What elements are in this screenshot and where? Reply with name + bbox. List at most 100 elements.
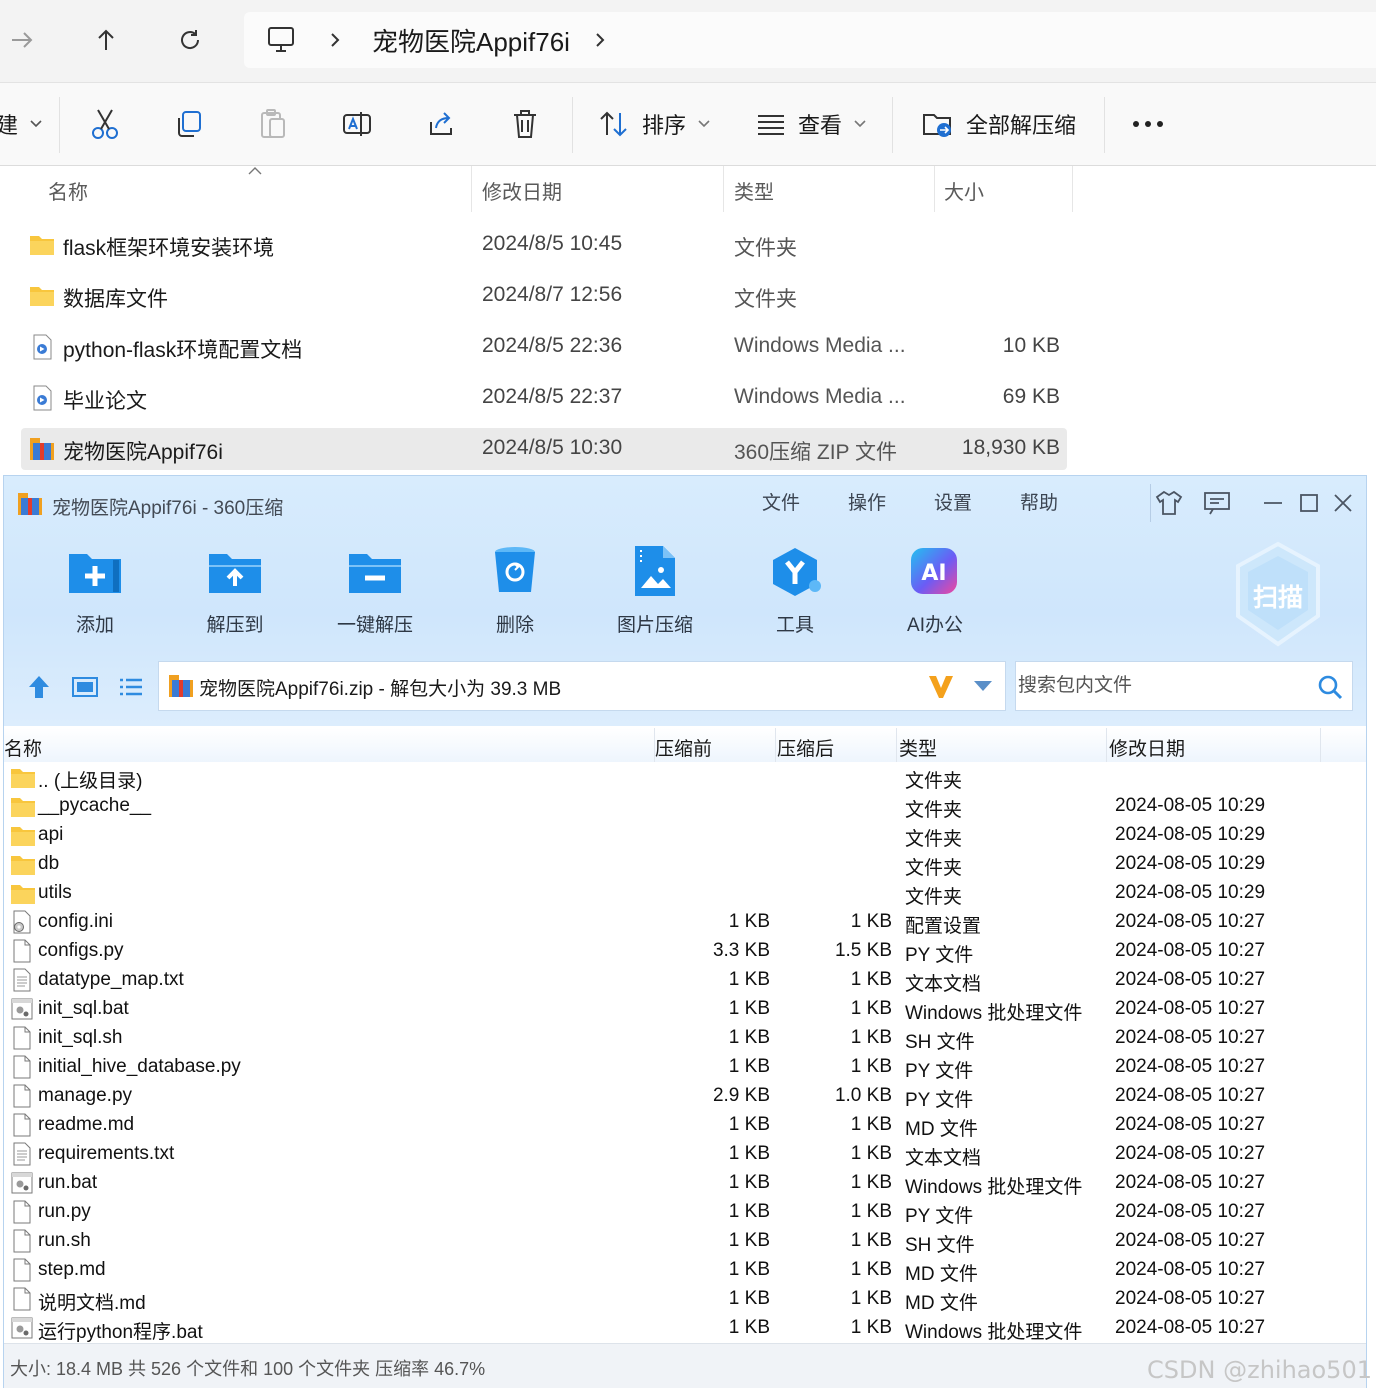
- delete-tool-button[interactable]: 删除: [460, 546, 570, 646]
- delete-button[interactable]: [510, 105, 540, 143]
- new-button[interactable]: 建: [0, 105, 42, 143]
- ai-office-tool-button[interactable]: AI AI办公: [880, 546, 990, 646]
- list-view-button[interactable]: [116, 672, 146, 702]
- column-divider[interactable]: [1106, 728, 1107, 762]
- extract-all-button[interactable]: 全部解压缩: [922, 105, 1076, 143]
- close-button[interactable]: [1326, 486, 1360, 520]
- archive-file-name: requirements.txt: [38, 1143, 175, 1164]
- up-folder-button[interactable]: [24, 672, 54, 702]
- archive-row[interactable]: configs.py 3.3 KB 1.5 KB PY 文件 2024-08-05 10…: [4, 937, 1366, 966]
- explorer-row[interactable]: 宠物医院Appif76i 2024/8/5 10:30 360压缩 ZIP 文件 18…: [21, 428, 1067, 470]
- one-click-extract-tool-button[interactable]: 一键解压: [320, 546, 430, 646]
- archive-row[interactable]: api 文件夹 2024-08-05 10:29: [4, 821, 1366, 850]
- menu-operate[interactable]: 操作: [848, 488, 886, 515]
- menu-settings[interactable]: 设置: [934, 488, 972, 515]
- add-label: 添加: [75, 615, 114, 636]
- archive-row[interactable]: run.bat 1 KB 1 KB Windows 批处理文件 2024-08-05 1…: [4, 1169, 1366, 1198]
- breadcrumb-current[interactable]: 宠物医院Appif76i: [372, 22, 570, 59]
- image-compress-tool-button[interactable]: 图片压缩: [600, 546, 710, 646]
- paste-button[interactable]: [258, 105, 288, 143]
- archive-row[interactable]: run.sh 1 KB 1 KB SH 文件 2024-08-05 10:27: [4, 1227, 1366, 1256]
- window-title: 宠物医院Appif76i - 360压缩: [52, 498, 284, 519]
- archive-row[interactable]: init_sql.sh 1 KB 1 KB SH 文件 2024-08-05 10:27: [4, 1024, 1366, 1053]
- column-divider[interactable]: [471, 166, 472, 212]
- column-divider[interactable]: [1072, 166, 1073, 212]
- archive-row[interactable]: __pycache__ 文件夹 2024-08-05 10:29: [4, 792, 1366, 821]
- thumbnail-view-button[interactable]: [70, 672, 100, 702]
- column-divider[interactable]: [1320, 728, 1321, 762]
- archive-path-box[interactable]: 宠物医院Appif76i.zip - 解包大小为 39.3 MB: [158, 661, 1006, 711]
- dropdown-arrow-icon[interactable]: [973, 680, 993, 692]
- menu-help[interactable]: 帮助: [1020, 488, 1058, 515]
- archive-column-date[interactable]: 修改日期: [1109, 734, 1185, 761]
- share-button[interactable]: [426, 105, 456, 143]
- explorer-row[interactable]: 毕业论文 2024/8/5 22:37 Windows Media ... 69 KB: [21, 377, 1067, 419]
- scan-button[interactable]: 扫描: [1230, 540, 1326, 650]
- archive-file-name: __pycache__: [38, 795, 152, 816]
- archive-row[interactable]: run.py 1 KB 1 KB PY 文件 2024-08-05 10:27: [4, 1198, 1366, 1227]
- explorer-row[interactable]: flask框架环境安装环境 2024/8/5 10:45 文件夹: [21, 224, 1067, 266]
- address-box[interactable]: 宠物医院Appif76i: [244, 12, 1376, 68]
- archive-row[interactable]: datatype_map.txt 1 KB 1 KB 文本文档 2024-08-05 1…: [4, 966, 1366, 995]
- cut-button[interactable]: [90, 105, 120, 143]
- file-icon: [10, 1026, 34, 1050]
- minimize-button[interactable]: [1256, 486, 1290, 520]
- menu-file[interactable]: 文件: [762, 488, 800, 515]
- archive-file-size-after: 1 KB: [850, 1201, 892, 1222]
- ai-icon: AI: [911, 548, 957, 594]
- explorer-row[interactable]: 数据库文件 2024/8/7 12:56 文件夹: [21, 275, 1067, 317]
- column-type[interactable]: 类型: [734, 176, 774, 205]
- archive-row[interactable]: readme.md 1 KB 1 KB MD 文件 2024-08-05 10:27: [4, 1111, 1366, 1140]
- archive-file-size-after: 1 KB: [850, 1317, 892, 1338]
- refresh-button[interactable]: [172, 22, 208, 58]
- archive-file-date: 2024-08-05 10:27: [1115, 1143, 1266, 1164]
- archive-row[interactable]: utils 文件夹 2024-08-05 10:29: [4, 879, 1366, 908]
- more-options-button[interactable]: [1132, 105, 1164, 143]
- view-button[interactable]: 查看: [756, 105, 866, 143]
- archive-file-size-before: 1 KB: [728, 1056, 770, 1077]
- archive-row[interactable]: step.md 1 KB 1 KB MD 文件 2024-08-05 10:27: [4, 1256, 1366, 1285]
- archive-row[interactable]: .. (上级目录) 文件夹: [4, 763, 1366, 792]
- archive-row[interactable]: 运行python程序.bat 1 KB 1 KB Windows 批处理文件 2024-…: [4, 1314, 1366, 1343]
- search-box[interactable]: [1015, 661, 1353, 711]
- feedback-button[interactable]: [1200, 486, 1234, 520]
- column-divider[interactable]: [934, 166, 935, 212]
- column-size[interactable]: 大小: [944, 176, 984, 205]
- forward-button[interactable]: [4, 22, 40, 58]
- copy-button[interactable]: [174, 105, 204, 143]
- archive-column-name[interactable]: 名称: [4, 734, 42, 761]
- archive-row[interactable]: db 文件夹 2024-08-05 10:29: [4, 850, 1366, 879]
- column-date[interactable]: 修改日期: [482, 176, 562, 205]
- archive-row[interactable]: requirements.txt 1 KB 1 KB 文本文档 2024-08-05 1…: [4, 1140, 1366, 1169]
- column-divider[interactable]: [896, 728, 897, 762]
- search-input[interactable]: [1016, 662, 1310, 710]
- archive-file-size-after: 1 KB: [850, 911, 892, 932]
- archive-column-before[interactable]: 压缩前: [655, 734, 712, 761]
- archive-row[interactable]: config.ini 1 KB 1 KB 配置设置 2024-08-05 10:27: [4, 908, 1366, 937]
- archive-file-type: Windows 批处理文件: [905, 1177, 1083, 1198]
- archive-column-after[interactable]: 压缩后: [777, 734, 834, 761]
- up-button[interactable]: [88, 22, 124, 58]
- v-logo-icon[interactable]: [927, 672, 955, 700]
- chevron-right-icon[interactable]: [593, 32, 607, 48]
- archive-row[interactable]: init_sql.bat 1 KB 1 KB Windows 批处理文件 2024-08…: [4, 995, 1366, 1024]
- explorer-row[interactable]: python-flask环境配置文档 2024/8/5 22:36 Windows …: [21, 326, 1067, 368]
- search-icon[interactable]: [1316, 673, 1344, 701]
- archive-column-type[interactable]: 类型: [899, 734, 937, 761]
- add-tool-button[interactable]: 添加: [40, 546, 150, 646]
- column-divider[interactable]: [775, 728, 776, 762]
- rename-button[interactable]: [342, 105, 372, 143]
- column-name[interactable]: 名称: [48, 176, 88, 205]
- skin-button[interactable]: [1152, 486, 1186, 520]
- chevron-down-icon: [698, 120, 710, 128]
- column-divider[interactable]: [723, 166, 724, 212]
- maximize-button[interactable]: [1292, 486, 1326, 520]
- view-label: 查看: [798, 113, 843, 138]
- archive-row[interactable]: manage.py 2.9 KB 1.0 KB PY 文件 2024-08-05 10:…: [4, 1082, 1366, 1111]
- archive-row[interactable]: initial_hive_database.py 1 KB 1 KB PY 文件 202…: [4, 1053, 1366, 1082]
- tools-tool-button[interactable]: 工具: [740, 546, 850, 646]
- archive-row[interactable]: 说明文档.md 1 KB 1 KB MD 文件 2024-08-05 10:27: [4, 1285, 1366, 1314]
- sort-button[interactable]: 排序: [598, 105, 710, 143]
- extract-to-tool-button[interactable]: 解压到: [180, 546, 290, 646]
- arrow-right-icon: [12, 32, 33, 48]
